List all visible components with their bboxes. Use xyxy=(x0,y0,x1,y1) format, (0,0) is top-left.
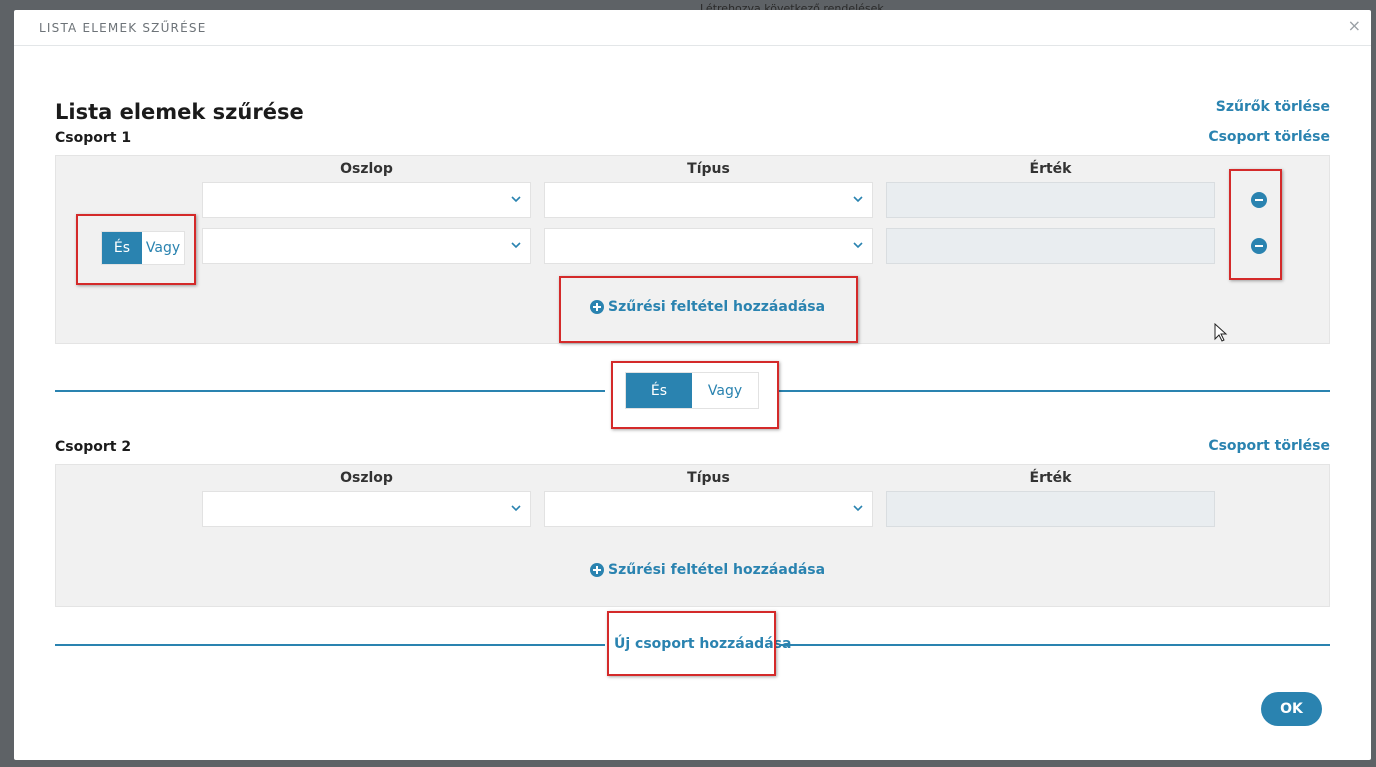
group-2-box: Oszlop Típus Érték Szűrési feltétel hozz… xyxy=(55,464,1330,607)
highlight-box xyxy=(611,361,779,429)
page-title: Lista elemek szűrése xyxy=(55,100,304,124)
highlight-box xyxy=(1229,169,1282,280)
chevron-down-icon xyxy=(853,242,863,249)
add-condition-label: Szűrési feltétel hozzáadása xyxy=(608,562,826,578)
type-select[interactable] xyxy=(544,182,873,218)
group-separator-line xyxy=(779,390,1330,392)
chevron-down-icon xyxy=(853,505,863,512)
highlight-box xyxy=(607,611,776,676)
clear-filters-link[interactable]: Szűrők törlése xyxy=(1216,99,1330,115)
column-select[interactable] xyxy=(202,228,531,264)
dialog-header: LISTA ELEMEK SZŰRÉSE × xyxy=(14,10,1371,46)
chevron-down-icon xyxy=(511,196,521,203)
column-select[interactable] xyxy=(202,182,531,218)
highlight-box xyxy=(76,214,196,285)
add-group-line xyxy=(55,644,605,646)
value-input[interactable] xyxy=(886,182,1215,218)
group-1-label: Csoport 1 xyxy=(55,130,132,146)
group-2-label: Csoport 2 xyxy=(55,439,132,455)
add-condition-button[interactable]: Szűrési feltétel hozzáadása xyxy=(590,562,825,578)
dialog-title: LISTA ELEMEK SZŰRÉSE xyxy=(39,21,207,35)
value-input[interactable] xyxy=(886,228,1215,264)
type-select[interactable] xyxy=(544,228,873,264)
column-header-oszlop: Oszlop xyxy=(340,470,393,486)
group-2-delete-link[interactable]: Csoport törlése xyxy=(1208,438,1330,454)
ok-button[interactable]: OK xyxy=(1261,692,1322,726)
column-header-tipus: Típus xyxy=(687,470,730,486)
group-1-delete-link[interactable]: Csoport törlése xyxy=(1208,129,1330,145)
type-select[interactable] xyxy=(544,491,873,527)
filter-dialog: LISTA ELEMEK SZŰRÉSE × Lista elemek szűr… xyxy=(14,10,1371,760)
value-input[interactable] xyxy=(886,491,1215,527)
mouse-pointer-icon xyxy=(1214,323,1228,342)
column-header-oszlop: Oszlop xyxy=(340,161,393,177)
add-group-line xyxy=(779,644,1330,646)
chevron-down-icon xyxy=(853,196,863,203)
chevron-down-icon xyxy=(511,242,521,249)
highlight-box xyxy=(559,276,858,343)
column-header-tipus: Típus xyxy=(687,161,730,177)
plus-circle-icon xyxy=(590,563,604,577)
column-select[interactable] xyxy=(202,491,531,527)
chevron-down-icon xyxy=(511,505,521,512)
group-separator-line xyxy=(55,390,605,392)
close-icon[interactable]: × xyxy=(1348,18,1361,34)
column-header-ertek: Érték xyxy=(1029,161,1072,177)
column-header-ertek: Érték xyxy=(1029,470,1072,486)
